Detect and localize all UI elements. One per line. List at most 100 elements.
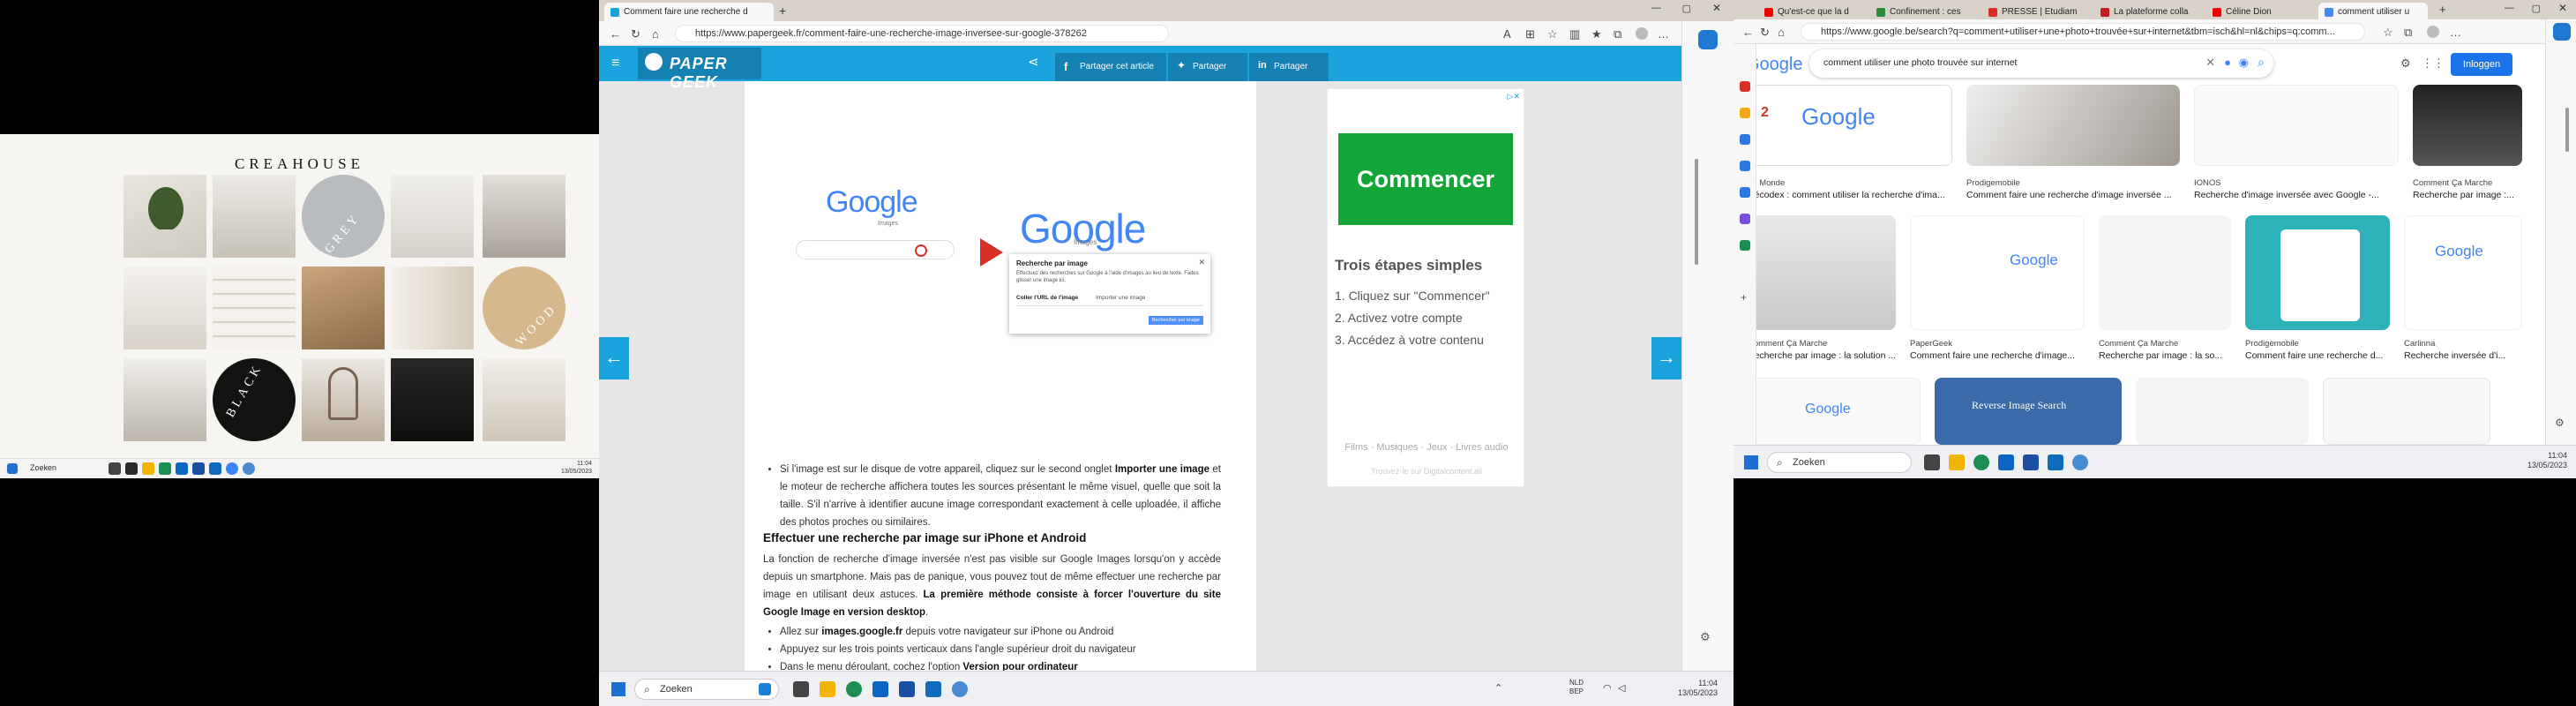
result-caption[interactable]: Recherche d'image inversée avec Google -…: [2194, 190, 2406, 200]
logo-box[interactable]: PAPER GEEK: [638, 48, 761, 91]
add-icon[interactable]: +: [1741, 291, 1747, 304]
taskview-icon[interactable]: [109, 462, 121, 475]
home-icon[interactable]: ⌂: [652, 27, 659, 41]
result-thumb[interactable]: [2136, 378, 2309, 445]
store-icon[interactable]: [176, 462, 188, 475]
bing-icon[interactable]: [1698, 30, 1718, 49]
ad-cta-button[interactable]: Commencer: [1338, 133, 1513, 225]
chrome-icon[interactable]: [226, 462, 238, 475]
linkedin-share-button[interactable]: in Partager: [1249, 53, 1329, 81]
explorer-icon[interactable]: [142, 462, 154, 475]
edge-icon[interactable]: [159, 462, 171, 475]
url-field[interactable]: https://www.papergeek.fr/comment-faire-u…: [675, 25, 1169, 42]
app-icon[interactable]: [243, 462, 255, 475]
back-icon[interactable]: ←: [610, 27, 621, 41]
outlook-icon[interactable]: [209, 462, 221, 475]
tab-google-active[interactable]: comment utiliser u: [2318, 3, 2428, 21]
edge-icon[interactable]: [1973, 454, 1989, 470]
store-icon[interactable]: [1998, 454, 2014, 470]
tray-chevron-icon[interactable]: ⌃: [1494, 682, 1502, 694]
sidebar-app-icon[interactable]: [1740, 134, 1750, 145]
apps-icon[interactable]: ⊞: [1525, 27, 1535, 41]
collections-icon[interactable]: ⧉: [2404, 26, 2412, 40]
settings-icon[interactable]: ⚙: [1700, 630, 1711, 644]
maximize-button[interactable]: ▢: [2532, 3, 2541, 14]
prev-article-button[interactable]: ←: [599, 337, 629, 379]
result-thumb[interactable]: [2245, 215, 2390, 330]
favorites-list-icon[interactable]: ★: [1591, 27, 1602, 41]
sidebar-app-icon[interactable]: [1740, 240, 1750, 251]
minimize-button[interactable]: —: [1651, 3, 1661, 13]
favorite-icon[interactable]: ☆: [2383, 26, 2393, 40]
result-caption[interactable]: Recherche par image :...: [2413, 190, 2527, 200]
scrollbar-thumb[interactable]: [1695, 159, 1698, 265]
explorer-icon[interactable]: [820, 681, 835, 697]
taskview-icon[interactable]: [793, 681, 809, 697]
new-tab-button[interactable]: +: [2439, 3, 2446, 16]
word-icon[interactable]: [2023, 454, 2039, 470]
tab-5[interactable]: Céline Dion: [2206, 3, 2316, 21]
refresh-icon[interactable]: ↻: [631, 27, 640, 41]
app-icon[interactable]: [952, 681, 968, 697]
word-icon[interactable]: [192, 462, 205, 475]
result-caption[interactable]: Recherche inversée d'i...: [2404, 350, 2527, 361]
outlook-icon[interactable]: [925, 681, 941, 697]
sidebar-app-icon[interactable]: [1740, 81, 1750, 92]
twitter-share-button[interactable]: ✦ Partager: [1168, 53, 1247, 81]
collections-icon[interactable]: ⧉: [1614, 27, 1621, 41]
language-indicator[interactable]: NLD BEP: [1569, 679, 1584, 696]
ad-choices-icon[interactable]: ▷✕: [1508, 92, 1520, 101]
result-thumb[interactable]: [2194, 85, 2399, 166]
tab-2[interactable]: Confinement : ces: [1870, 3, 1980, 21]
result-caption[interactable]: Comment faire une recherche d'image...: [1910, 350, 2090, 361]
result-thumb[interactable]: [1748, 215, 1896, 330]
sidebar-app-icon[interactable]: [1740, 108, 1750, 118]
taskbar-search[interactable]: ⌕ Zoeken: [634, 679, 779, 700]
new-tab-button[interactable]: +: [779, 4, 786, 18]
maximize-button[interactable]: ▢: [1682, 3, 1691, 14]
mic-icon[interactable]: ●: [2224, 56, 2231, 69]
windows-start-icon[interactable]: [611, 682, 625, 696]
next-article-button[interactable]: →: [1651, 337, 1681, 379]
tab-3[interactable]: PRESSE | Etudiam: [1982, 3, 2092, 21]
volume-icon[interactable]: ◁: [1618, 682, 1625, 694]
result-thumb[interactable]: 2 Google: [1748, 85, 1952, 166]
close-window-button[interactable]: ✕: [1712, 2, 1721, 14]
apps-grid-icon[interactable]: ⋮⋮: [2422, 56, 2445, 71]
url-field[interactable]: https://www.google.be/search?q=comment+u…: [1801, 23, 2365, 41]
taskbar-clock[interactable]: 11:04 13/05/2023: [1678, 679, 1718, 698]
windows-start-icon[interactable]: [7, 463, 18, 474]
wifi-icon[interactable]: ◠: [1603, 682, 1612, 694]
result-thumb[interactable]: Google: [1910, 215, 2085, 330]
bing-icon[interactable]: [2553, 23, 2571, 41]
split-icon[interactable]: ▥: [1569, 27, 1580, 41]
result-thumb[interactable]: [2099, 215, 2231, 330]
tab-4[interactable]: La plateforme colla: [2094, 3, 2204, 21]
more-icon[interactable]: …: [2450, 26, 2461, 39]
clear-icon[interactable]: ✕: [2205, 56, 2215, 70]
taskbar-search[interactable]: ⌕ Zoeken: [1767, 452, 1912, 473]
camera-icon[interactable]: ◉: [2239, 56, 2249, 70]
sidebar-app-icon[interactable]: [1740, 187, 1750, 198]
taskbar-search[interactable]: Zoeken: [30, 463, 56, 472]
result-thumb[interactable]: Google: [1748, 378, 1921, 445]
sidebar-app-icon[interactable]: [1740, 214, 1750, 224]
more-icon[interactable]: …: [1658, 27, 1669, 41]
widgets-icon[interactable]: [125, 462, 138, 475]
facebook-share-button[interactable]: f Partager cet article: [1055, 53, 1166, 81]
sidebar-ad[interactable]: ▷✕ Commencer Trois étapes simples 1. Cli…: [1327, 88, 1524, 487]
result-caption[interactable]: Comment faire une recherche d'image inve…: [1966, 190, 2185, 200]
minimize-button[interactable]: —: [2505, 3, 2514, 13]
login-button[interactable]: Inloggen: [2451, 53, 2512, 76]
result-caption[interactable]: Comment faire une recherche d...: [2245, 350, 2397, 361]
share-icon[interactable]: ⋖: [1028, 54, 1039, 70]
search-box[interactable]: comment utiliser une photo trouvée sur i…: [1809, 49, 2273, 78]
taskbar-clock[interactable]: 11:04 13/05/2023: [2527, 451, 2567, 470]
result-caption[interactable]: Recherche par image : la solution ...: [1748, 350, 1903, 361]
scrollbar-thumb[interactable]: [2565, 108, 2569, 152]
result-thumb[interactable]: Reverse Image Search: [1935, 378, 2122, 445]
explorer-icon[interactable]: [1949, 454, 1965, 470]
close-window-button[interactable]: ✕: [2558, 2, 2567, 14]
app-icon[interactable]: [2072, 454, 2088, 470]
result-thumb[interactable]: [1966, 85, 2180, 166]
